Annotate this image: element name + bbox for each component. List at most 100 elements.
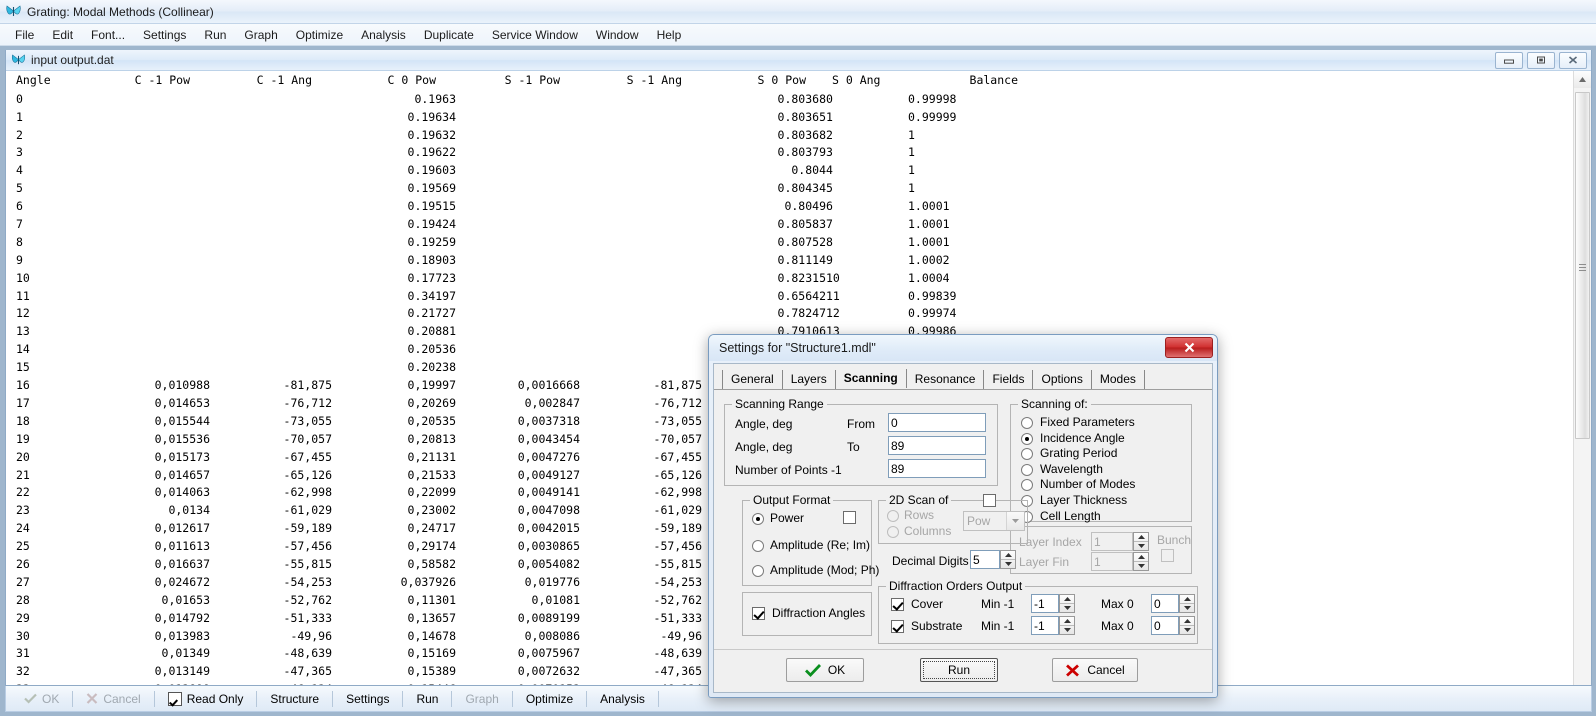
scrollbar-thumb[interactable] bbox=[1575, 92, 1590, 439]
menu-item-run[interactable]: Run bbox=[195, 26, 235, 44]
scan-to-input[interactable] bbox=[888, 436, 986, 455]
vertical-scrollbar[interactable] bbox=[1573, 71, 1591, 685]
scroll-up-button[interactable] bbox=[1574, 71, 1591, 88]
scanning-of-radio-number-of-modes[interactable] bbox=[1021, 479, 1033, 492]
spin-up-icon[interactable] bbox=[1180, 617, 1194, 626]
scan-2d-rows-radio[interactable] bbox=[887, 510, 899, 522]
cover-max-input[interactable] bbox=[1151, 594, 1179, 613]
table-cell bbox=[88, 128, 210, 146]
table-cell bbox=[456, 289, 580, 307]
table-cell bbox=[210, 199, 332, 217]
menu-item-help[interactable]: Help bbox=[648, 26, 691, 44]
cover-min-input[interactable] bbox=[1031, 594, 1059, 613]
minimize-button[interactable] bbox=[1495, 51, 1523, 69]
toolbar-graph-button[interactable]: Graph bbox=[455, 689, 508, 709]
toolbar-ok-button[interactable]: OK bbox=[14, 689, 69, 709]
output-format-extra-checkbox[interactable] bbox=[843, 511, 856, 524]
toolbar-run-button[interactable]: Run bbox=[406, 689, 448, 709]
spin-up-icon[interactable] bbox=[1060, 617, 1074, 626]
cover-max-spinner[interactable] bbox=[1179, 594, 1195, 613]
diffraction-angles-checkbox[interactable] bbox=[752, 607, 765, 620]
chevron-down-icon[interactable] bbox=[1006, 512, 1024, 530]
spin-down-icon[interactable] bbox=[1001, 560, 1015, 568]
layer-fin-spinner[interactable] bbox=[1133, 552, 1149, 571]
substrate-min-spinner[interactable] bbox=[1059, 616, 1075, 635]
scanning-of-radio-grating-period[interactable] bbox=[1021, 448, 1033, 461]
menu-item-graph[interactable]: Graph bbox=[235, 26, 286, 44]
spin-up-icon[interactable] bbox=[1134, 533, 1148, 542]
spin-down-icon[interactable] bbox=[1180, 626, 1194, 634]
menu-item-analysis[interactable]: Analysis bbox=[352, 26, 415, 44]
cross-icon bbox=[1066, 663, 1080, 677]
scrollbar-track[interactable] bbox=[1574, 88, 1591, 685]
menu-item-file[interactable]: File bbox=[6, 26, 43, 44]
tab-resonance[interactable]: Resonance bbox=[907, 370, 985, 389]
menu-item-window[interactable]: Window bbox=[587, 26, 648, 44]
restore-button[interactable] bbox=[1527, 51, 1555, 69]
layer-index-input[interactable] bbox=[1091, 532, 1133, 551]
close-button[interactable] bbox=[1559, 51, 1587, 69]
dialog-close-button[interactable] bbox=[1165, 337, 1213, 358]
layer-index-spinner[interactable] bbox=[1133, 532, 1149, 551]
substrate-max-spinner[interactable] bbox=[1179, 616, 1195, 635]
spin-down-icon[interactable] bbox=[1180, 604, 1194, 612]
menu-item-duplicate[interactable]: Duplicate bbox=[415, 26, 483, 44]
output-format-power-radio[interactable] bbox=[752, 513, 764, 525]
toolbar-cancel-button[interactable]: Cancel bbox=[76, 689, 150, 709]
decimal-digits-input[interactable] bbox=[970, 550, 1000, 569]
diffraction-angles-group: Diffraction Angles bbox=[742, 592, 872, 636]
output-format-amplitude-reim-radio[interactable] bbox=[752, 540, 764, 552]
table-cell: -46,134 bbox=[210, 682, 332, 685]
scanning-of-radio-wavelength[interactable] bbox=[1021, 463, 1033, 476]
scan-2d-enable-checkbox[interactable] bbox=[983, 494, 996, 507]
table-cell: 0,0089199 bbox=[517, 610, 580, 625]
decimal-digits-spinner[interactable] bbox=[1000, 550, 1016, 569]
toolbar-structure-button[interactable]: Structure bbox=[260, 689, 329, 709]
spin-down-icon[interactable] bbox=[1060, 604, 1074, 612]
toolbar-settings-button[interactable]: Settings bbox=[336, 689, 399, 709]
substrate-min-input[interactable] bbox=[1031, 616, 1059, 635]
spin-up-icon[interactable] bbox=[1134, 553, 1148, 562]
layer-fin-input[interactable] bbox=[1091, 552, 1133, 571]
output-format-amplitude-modph-radio[interactable] bbox=[752, 565, 764, 577]
spin-down-icon[interactable] bbox=[1134, 562, 1148, 570]
dialog-ok-button[interactable]: OK bbox=[786, 658, 864, 682]
toolbar-analysis-button[interactable]: Analysis bbox=[590, 689, 655, 709]
tab-general[interactable]: General bbox=[722, 370, 783, 389]
spin-down-icon[interactable] bbox=[1134, 542, 1148, 550]
table-cell: 0.78247 bbox=[777, 306, 826, 321]
tab-options[interactable]: Options bbox=[1033, 370, 1092, 389]
toolbar-read-only-checkbox[interactable]: Read Only bbox=[158, 689, 254, 709]
bunch-checkbox[interactable] bbox=[1161, 549, 1174, 562]
scan-2d-combo[interactable]: Pow bbox=[963, 511, 1025, 531]
cover-min-spinner[interactable] bbox=[1059, 594, 1075, 613]
menu-item-optimize[interactable]: Optimize bbox=[287, 26, 352, 44]
tab-modes[interactable]: Modes bbox=[1092, 370, 1145, 389]
substrate-max-input[interactable] bbox=[1151, 616, 1179, 635]
menu-item-edit[interactable]: Edit bbox=[43, 26, 82, 44]
menu-item-settings[interactable]: Settings bbox=[134, 26, 195, 44]
scanning-of-radio-fixed-parameters[interactable] bbox=[1021, 417, 1033, 429]
tab-layers[interactable]: Layers bbox=[783, 370, 836, 389]
spin-up-icon[interactable] bbox=[1060, 595, 1074, 604]
dialog-run-button[interactable]: Run bbox=[920, 658, 998, 682]
table-cell bbox=[88, 360, 210, 378]
table-cell: 22 bbox=[16, 485, 30, 500]
table-cell: 0,15389 bbox=[407, 664, 456, 679]
scan-2d-columns-radio[interactable] bbox=[887, 526, 899, 538]
tab-scanning[interactable]: Scanning bbox=[835, 369, 907, 388]
scan-from-input[interactable] bbox=[888, 413, 986, 432]
menu-item-font[interactable]: Font... bbox=[82, 26, 134, 44]
spin-up-icon[interactable] bbox=[1180, 595, 1194, 604]
tab-fields[interactable]: Fields bbox=[984, 370, 1034, 389]
table-cell: 0.18903 bbox=[407, 252, 456, 267]
spin-down-icon[interactable] bbox=[1060, 626, 1074, 634]
number-of-points-input[interactable] bbox=[888, 459, 986, 478]
toolbar-optimize-button[interactable]: Optimize bbox=[516, 689, 583, 709]
substrate-checkbox[interactable] bbox=[891, 620, 904, 633]
menu-item-service-window[interactable]: Service Window bbox=[483, 26, 587, 44]
scanning-of-radio-incidence-angle[interactable] bbox=[1021, 432, 1033, 445]
dialog-cancel-button[interactable]: Cancel bbox=[1052, 658, 1138, 682]
cover-checkbox[interactable] bbox=[891, 598, 904, 611]
spin-up-icon[interactable] bbox=[1001, 551, 1015, 560]
